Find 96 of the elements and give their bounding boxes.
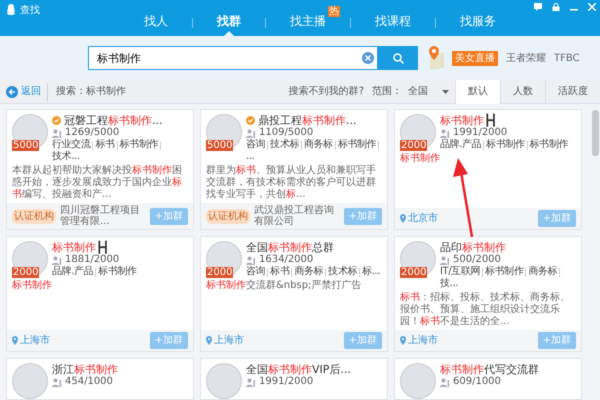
group-tag: 技... bbox=[440, 278, 458, 290]
group-title[interactable]: 品印标书制作 bbox=[440, 241, 506, 254]
sort-tab[interactable]: 默认 bbox=[455, 80, 500, 104]
members-icon bbox=[246, 256, 256, 264]
member-count: 500/2000 bbox=[453, 254, 501, 266]
members-icon bbox=[440, 128, 450, 138]
hot-badge: 热 bbox=[328, 6, 340, 17]
certified-badge: 认证机构 bbox=[206, 208, 250, 224]
group-title[interactable]: 标书制作┣┫ bbox=[52, 241, 110, 254]
group-tag: 标书 bbox=[270, 266, 290, 278]
group-tag: 标书制作 bbox=[120, 139, 158, 151]
group-tag: 标书制作 bbox=[530, 139, 568, 151]
group-tag: 标书制作 bbox=[486, 139, 525, 151]
group-tag: 标书 bbox=[95, 139, 115, 151]
group-tag: 品牌.产品 bbox=[440, 139, 482, 151]
organization-name: 四川冠磐工程项目管理有限... bbox=[60, 205, 141, 227]
group-description: 标书：招标、投标、技术标、商务标、报价书、预算、施工组织设计交流乐园！标书不是生活的全... bbox=[399, 290, 571, 329]
member-count: 1881/2000 bbox=[65, 254, 120, 266]
group-tag: 行业交流 bbox=[52, 139, 90, 151]
sort-tab[interactable]: 活跃度 bbox=[545, 80, 600, 104]
location-pin-icon bbox=[12, 336, 18, 345]
search-field[interactable]: 标书制作 bbox=[88, 46, 378, 70]
location-pin-icon bbox=[206, 336, 212, 345]
group-title[interactable]: 标书制作┣┫ bbox=[440, 114, 498, 127]
group-tag: 商务标 bbox=[528, 266, 558, 278]
group-title[interactable]: 全国标书制作VIP后... bbox=[246, 363, 351, 376]
map-pin-icon[interactable] bbox=[426, 46, 446, 70]
group-tag: 标... bbox=[362, 266, 380, 278]
close-icon[interactable] bbox=[588, 3, 596, 11]
group-tag: 咨询 bbox=[246, 139, 266, 151]
group-tag: IT/互联网 bbox=[440, 266, 480, 278]
location-pin-icon bbox=[400, 214, 406, 223]
size-badge: 2000 bbox=[400, 140, 428, 151]
search-button[interactable] bbox=[378, 46, 418, 70]
caret-icon bbox=[442, 90, 449, 94]
member-count: 609/1000 bbox=[453, 376, 501, 388]
location-text: 上海市 bbox=[408, 334, 438, 348]
location-text: 上海市 bbox=[214, 334, 244, 348]
member-count: 454/1000 bbox=[65, 376, 113, 388]
group-tag: 咨询 bbox=[246, 266, 266, 278]
size-badge: 5000 bbox=[12, 140, 40, 151]
group-description: 标书制作交流群&nbsp;严禁打广告 bbox=[205, 278, 362, 293]
organization-name: 武汉鼎投工程咨询有限公司 bbox=[254, 205, 335, 227]
group-description: 群里为标书、预算从业人员和兼职写手交流群，有技术标需求的客户可以进群找专业写手，共创标... bbox=[205, 164, 377, 202]
lock-icon[interactable] bbox=[552, 3, 560, 11]
scope-label: 范围： bbox=[372, 84, 402, 99]
group-tag: 标书制作 bbox=[338, 139, 376, 151]
search-icon bbox=[392, 52, 404, 64]
members-icon bbox=[52, 256, 62, 264]
member-count: 1269/5000 bbox=[65, 127, 120, 138]
promo-link[interactable]: TFBC bbox=[554, 50, 580, 66]
group-description: 本群从起初帮助大家解决投标书制作困惑开始，逐步发展成致力于国内企业标书编写、投融资和产... bbox=[11, 164, 183, 202]
group-description: 标书制作 bbox=[11, 278, 53, 293]
group-tag: 商务标 bbox=[294, 266, 324, 278]
group-tag: 标书制作 bbox=[485, 266, 524, 278]
feedback-icon[interactable] bbox=[534, 3, 542, 11]
location-pin-icon bbox=[400, 336, 406, 345]
member-count: 1991/2000 bbox=[453, 127, 508, 138]
group-title[interactable]: 标书制作代写交流群 bbox=[440, 363, 539, 376]
group-title[interactable]: 冠磐工程标书制作... bbox=[64, 114, 162, 127]
members-icon bbox=[246, 128, 256, 138]
scope-dropdown[interactable]: 全国 bbox=[402, 84, 455, 99]
group-tag: 商务标 bbox=[304, 139, 333, 151]
group-tag: 技术标 bbox=[328, 266, 358, 278]
group-title[interactable]: 浙江标书制作 bbox=[52, 363, 118, 376]
scrollbar-thumb[interactable] bbox=[592, 110, 599, 156]
search-query: 搜索：标书制作 bbox=[56, 84, 126, 99]
location-text: 上海市 bbox=[20, 334, 50, 348]
member-count: 1109/5000 bbox=[259, 127, 314, 138]
promo-link[interactable]: 王者荣耀 bbox=[506, 50, 546, 66]
members-icon bbox=[440, 378, 450, 386]
members-icon bbox=[246, 378, 256, 386]
group-tag: 技术... bbox=[52, 151, 80, 163]
help-link[interactable]: 搜索不到我的群? bbox=[288, 84, 364, 99]
group-title[interactable]: 鼎投工程标书制作... bbox=[258, 114, 356, 127]
group-tag: ... bbox=[246, 151, 254, 163]
sort-tab[interactable]: 人数 bbox=[500, 80, 545, 104]
group-tag: 技术标 bbox=[270, 139, 300, 151]
size-badge: 2000 bbox=[206, 267, 234, 278]
group-description: 标书制作 bbox=[399, 152, 441, 166]
size-badge: 2000 bbox=[12, 267, 40, 278]
clear-icon[interactable] bbox=[362, 52, 374, 64]
size-badge: 2000 bbox=[400, 267, 428, 278]
members-icon bbox=[52, 378, 62, 386]
location-text: 北京市 bbox=[408, 212, 438, 226]
member-count: 1991/2000 bbox=[259, 376, 314, 388]
window-title: 查找 bbox=[20, 4, 40, 18]
certified-badge: 认证机构 bbox=[12, 208, 56, 224]
group-tag: 标书制作 bbox=[98, 266, 137, 278]
member-count: 1634/2000 bbox=[259, 254, 314, 266]
members-icon bbox=[52, 128, 62, 138]
group-tag: 品牌.产品 bbox=[52, 266, 94, 278]
back-arrow-icon bbox=[6, 86, 18, 98]
size-badge: 5000 bbox=[206, 140, 234, 151]
group-title[interactable]: 全国标书制作总群 bbox=[246, 241, 334, 254]
members-icon bbox=[440, 256, 450, 264]
